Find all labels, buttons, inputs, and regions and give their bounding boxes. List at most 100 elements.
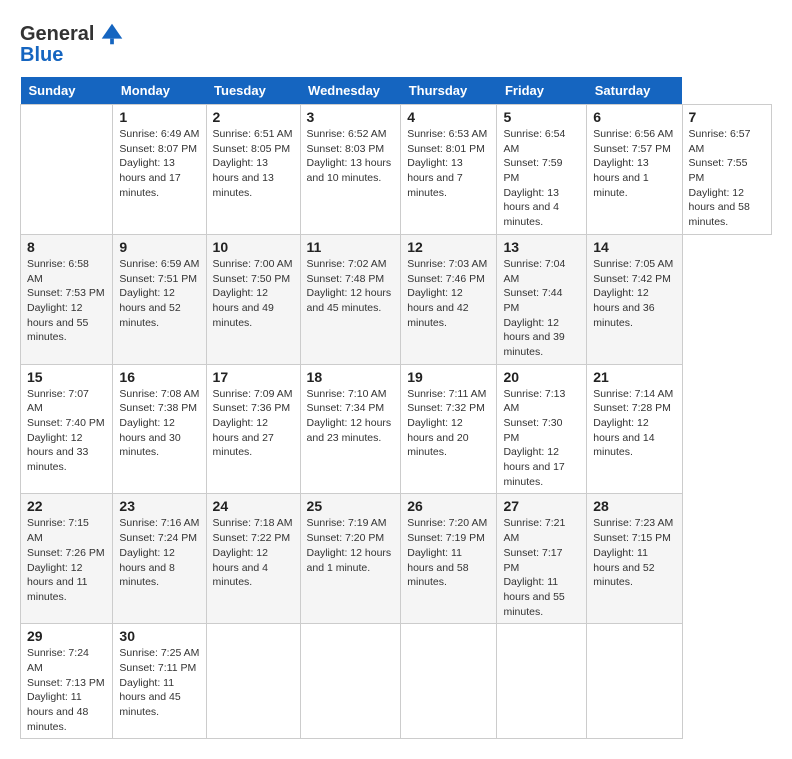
calendar-cell: 8 Sunrise: 6:58 AM Sunset: 7:53 PM Daylig… [21,234,113,364]
day-info: Sunrise: 7:23 AM Sunset: 7:15 PM Dayligh… [593,516,675,589]
header-monday: Monday [113,77,206,105]
day-info: Sunrise: 7:07 AM Sunset: 7:40 PM Dayligh… [27,387,106,475]
day-number: 2 [213,109,294,125]
calendar-cell: 20Sunrise: 7:13 AM Sunset: 7:30 PM Dayli… [497,364,587,494]
day-number: 9 [119,239,199,255]
day-number: 29 [27,628,106,644]
day-number: 27 [503,498,580,514]
day-info: Sunrise: 7:14 AM Sunset: 7:28 PM Dayligh… [593,387,675,460]
day-number: 3 [307,109,395,125]
calendar-cell: 12 Sunrise: 7:03 AM Sunset: 7:46 PM Dayli… [401,234,497,364]
calendar-cell: 23Sunrise: 7:16 AM Sunset: 7:24 PM Dayli… [113,494,206,624]
day-info: Sunrise: 6:56 AM Sunset: 7:57 PM Dayligh… [593,127,675,200]
day-number: 14 [593,239,675,255]
day-number: 11 [307,239,395,255]
calendar-cell: 18 Sunrise: 7:10 AM Sunset: 7:34 PM Dayli… [300,364,401,494]
day-number: 13 [503,239,580,255]
calendar-cell: 3Sunrise: 6:52 AM Sunset: 8:03 PM Daylig… [300,105,401,235]
day-number: 25 [307,498,395,514]
day-number: 19 [407,369,490,385]
header-friday: Friday [497,77,587,105]
calendar-cell: 2 Sunrise: 6:51 AM Sunset: 8:05 PM Daylig… [206,105,300,235]
logo: General Blue [20,20,126,67]
calendar-cell: 14 Sunrise: 7:05 AM Sunset: 7:42 PM Dayli… [587,234,682,364]
day-info: Sunrise: 6:54 AM Sunset: 7:59 PM Dayligh… [503,127,580,230]
calendar-cell: 25 Sunrise: 7:19 AM Sunset: 7:20 PM Dayli… [300,494,401,624]
calendar-cell: 17 Sunrise: 7:09 AM Sunset: 7:36 PM Dayli… [206,364,300,494]
calendar-week-row: 22 Sunrise: 7:15 AM Sunset: 7:26 PM Dayli… [21,494,772,624]
calendar-cell: 1 Sunrise: 6:49 AM Sunset: 8:07 PM Daylig… [113,105,206,235]
calendar-cell: 9 Sunrise: 6:59 AM Sunset: 7:51 PM Daylig… [113,234,206,364]
header-saturday: Saturday [587,77,682,105]
calendar-cell: 7Sunrise: 6:57 AM Sunset: 7:55 PM Daylig… [682,105,771,235]
day-number: 6 [593,109,675,125]
day-info: Sunrise: 7:18 AM Sunset: 7:22 PM Dayligh… [213,516,294,589]
calendar-week-row: 8 Sunrise: 6:58 AM Sunset: 7:53 PM Daylig… [21,234,772,364]
calendar-cell: 30Sunrise: 7:25 AM Sunset: 7:11 PM Dayli… [113,624,206,739]
day-number: 10 [213,239,294,255]
calendar-cell: 21 Sunrise: 7:14 AM Sunset: 7:28 PM Dayli… [587,364,682,494]
day-info: Sunrise: 7:05 AM Sunset: 7:42 PM Dayligh… [593,257,675,330]
day-number: 17 [213,369,294,385]
day-number: 24 [213,498,294,514]
day-number: 26 [407,498,490,514]
calendar-cell [401,624,497,739]
day-info: Sunrise: 7:04 AM Sunset: 7:44 PM Dayligh… [503,257,580,360]
header-sunday: Sunday [21,77,113,105]
day-number: 28 [593,498,675,514]
day-info: Sunrise: 6:57 AM Sunset: 7:55 PM Dayligh… [689,127,765,230]
calendar-cell: 11 Sunrise: 7:02 AM Sunset: 7:48 PM Dayli… [300,234,401,364]
day-info: Sunrise: 7:11 AM Sunset: 7:32 PM Dayligh… [407,387,490,460]
day-info: Sunrise: 7:25 AM Sunset: 7:11 PM Dayligh… [119,646,199,719]
calendar-cell: 4 Sunrise: 6:53 AM Sunset: 8:01 PM Daylig… [401,105,497,235]
calendar-cell: 19 Sunrise: 7:11 AM Sunset: 7:32 PM Dayli… [401,364,497,494]
day-number: 20 [503,369,580,385]
day-info: Sunrise: 6:58 AM Sunset: 7:53 PM Dayligh… [27,257,106,345]
calendar-cell: 22 Sunrise: 7:15 AM Sunset: 7:26 PM Dayli… [21,494,113,624]
calendar-cell: 5Sunrise: 6:54 AM Sunset: 7:59 PM Daylig… [497,105,587,235]
day-number: 15 [27,369,106,385]
day-number: 8 [27,239,106,255]
day-info: Sunrise: 7:21 AM Sunset: 7:17 PM Dayligh… [503,516,580,619]
day-info: Sunrise: 7:03 AM Sunset: 7:46 PM Dayligh… [407,257,490,330]
day-info: Sunrise: 6:49 AM Sunset: 8:07 PM Dayligh… [119,127,199,200]
calendar-week-row: 29Sunrise: 7:24 AM Sunset: 7:13 PM Dayli… [21,624,772,739]
calendar-cell [497,624,587,739]
header-wednesday: Wednesday [300,77,401,105]
day-number: 12 [407,239,490,255]
calendar-cell [206,624,300,739]
logo-icon [98,20,126,48]
calendar-week-row: 15 Sunrise: 7:07 AM Sunset: 7:40 PM Dayli… [21,364,772,494]
calendar-cell: 24 Sunrise: 7:18 AM Sunset: 7:22 PM Dayli… [206,494,300,624]
calendar-table: SundayMondayTuesdayWednesdayThursdayFrid… [20,77,772,739]
day-number: 21 [593,369,675,385]
day-number: 23 [119,498,199,514]
page-header: General Blue [20,20,772,67]
day-number: 18 [307,369,395,385]
day-info: Sunrise: 6:53 AM Sunset: 8:01 PM Dayligh… [407,127,490,200]
logo-text-general: General [20,23,94,46]
day-number: 1 [119,109,199,125]
day-info: Sunrise: 7:00 AM Sunset: 7:50 PM Dayligh… [213,257,294,330]
calendar-cell: 16 Sunrise: 7:08 AM Sunset: 7:38 PM Dayli… [113,364,206,494]
day-info: Sunrise: 7:08 AM Sunset: 7:38 PM Dayligh… [119,387,199,460]
day-info: Sunrise: 6:51 AM Sunset: 8:05 PM Dayligh… [213,127,294,200]
calendar-cell: 10 Sunrise: 7:00 AM Sunset: 7:50 PM Dayli… [206,234,300,364]
day-info: Sunrise: 7:02 AM Sunset: 7:48 PM Dayligh… [307,257,395,316]
day-info: Sunrise: 7:09 AM Sunset: 7:36 PM Dayligh… [213,387,294,460]
day-info: Sunrise: 7:20 AM Sunset: 7:19 PM Dayligh… [407,516,490,589]
calendar-cell [587,624,682,739]
day-number: 4 [407,109,490,125]
day-info: Sunrise: 7:10 AM Sunset: 7:34 PM Dayligh… [307,387,395,446]
calendar-cell: 27 Sunrise: 7:21 AM Sunset: 7:17 PM Dayli… [497,494,587,624]
day-number: 22 [27,498,106,514]
day-info: Sunrise: 6:59 AM Sunset: 7:51 PM Dayligh… [119,257,199,330]
day-info: Sunrise: 7:15 AM Sunset: 7:26 PM Dayligh… [27,516,106,604]
calendar-cell: 28 Sunrise: 7:23 AM Sunset: 7:15 PM Dayli… [587,494,682,624]
calendar-cell: 29Sunrise: 7:24 AM Sunset: 7:13 PM Dayli… [21,624,113,739]
day-info: Sunrise: 7:19 AM Sunset: 7:20 PM Dayligh… [307,516,395,575]
calendar-week-row: 1 Sunrise: 6:49 AM Sunset: 8:07 PM Daylig… [21,105,772,235]
calendar-cell: 13 Sunrise: 7:04 AM Sunset: 7:44 PM Dayli… [497,234,587,364]
calendar-cell [300,624,401,739]
day-number: 16 [119,369,199,385]
